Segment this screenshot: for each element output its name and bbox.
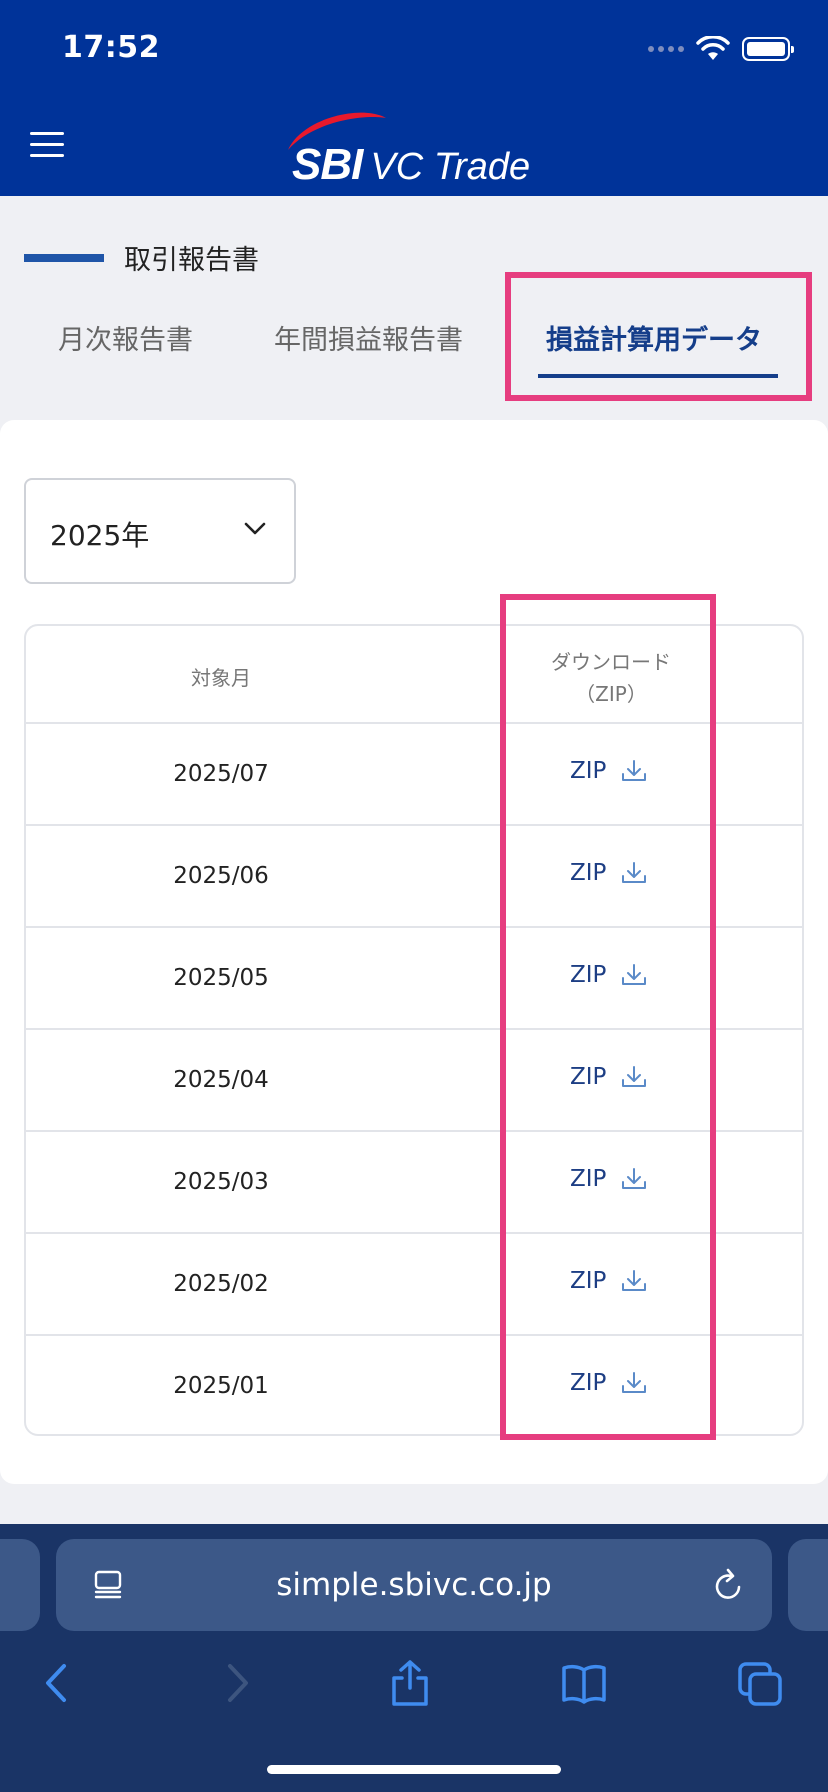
tab-monthly-report[interactable]: 月次報告書 (58, 318, 193, 357)
column-header-month: 対象月 (191, 666, 251, 690)
sbi-vc-trade-logo: SBI VC Trade (282, 110, 562, 189)
bookmarks-icon[interactable] (560, 1658, 608, 1708)
row-month: 2025/02 (173, 1271, 269, 1297)
reload-icon[interactable] (712, 1567, 746, 1603)
cellular-signal-icon (648, 46, 684, 52)
forward-icon[interactable] (212, 1658, 260, 1708)
tabs-icon[interactable] (736, 1658, 784, 1708)
row-month: 2025/06 (173, 863, 269, 889)
row-month: 2025/01 (173, 1373, 269, 1399)
hamburger-menu-icon[interactable] (30, 132, 64, 158)
row-month: 2025/07 (173, 761, 269, 787)
row-month: 2025/05 (173, 965, 269, 991)
status-time: 17:52 (62, 30, 160, 65)
address-bar[interactable]: simple.sbivc.co.jp (56, 1539, 772, 1631)
safari-toolbar: simple.sbivc.co.jp (0, 1524, 828, 1792)
tab-annual-pl-report[interactable]: 年間損益報告書 (274, 318, 463, 357)
section-title-bar (24, 253, 104, 262)
row-month: 2025/03 (173, 1169, 269, 1195)
chevron-down-icon (244, 522, 266, 535)
battery-icon (742, 37, 794, 61)
logo-vc-text: VC Trade (370, 146, 531, 188)
status-icons (648, 36, 794, 62)
row-month: 2025/04 (173, 1067, 269, 1093)
section-title: 取引報告書 (24, 238, 259, 277)
url-text: simple.sbivc.co.jp (276, 1567, 552, 1603)
share-icon[interactable] (386, 1658, 434, 1708)
app-header: 17:52 SBI VC Trade (0, 0, 828, 196)
home-indicator (267, 1765, 561, 1774)
wifi-icon (696, 36, 730, 60)
highlight-box-download-column (500, 594, 716, 1440)
next-tab-preview[interactable] (788, 1539, 828, 1631)
year-select-value: 2025年 (50, 519, 150, 552)
section-title-text: 取引報告書 (124, 245, 259, 276)
back-icon[interactable] (34, 1658, 82, 1708)
year-select[interactable]: 2025年 (24, 478, 296, 584)
previous-tab-preview[interactable] (0, 1539, 40, 1631)
highlight-box-tab (505, 272, 812, 401)
logo-sbi-text: SBI (292, 140, 363, 189)
